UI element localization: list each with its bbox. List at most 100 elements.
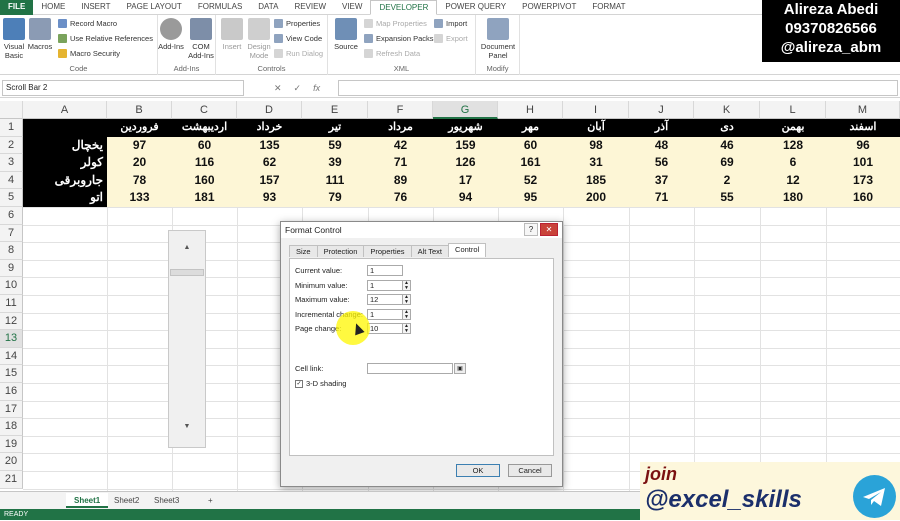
- expansion-packs-button[interactable]: Expansion Packs: [364, 34, 434, 43]
- value-cell[interactable]: 2: [694, 171, 760, 190]
- row-header[interactable]: 16: [0, 383, 23, 401]
- ribbon-tab-format[interactable]: FORMAT: [584, 0, 633, 15]
- month-header-cell[interactable]: دی: [694, 119, 760, 137]
- cancel-button[interactable]: Cancel: [508, 464, 552, 477]
- document-panel-button[interactable]: Document Panel: [478, 18, 518, 60]
- column-header[interactable]: I: [563, 101, 629, 119]
- month-header-cell[interactable]: تیر: [302, 119, 368, 137]
- value-cell[interactable]: 20: [107, 154, 172, 172]
- insert-control-button[interactable]: Insert: [220, 18, 244, 51]
- row-header[interactable]: 17: [0, 400, 23, 419]
- formula-input[interactable]: [338, 80, 898, 96]
- com-addins-button[interactable]: COM Add-Ins: [187, 18, 215, 60]
- row-header[interactable]: 21: [0, 471, 23, 489]
- ribbon-tab-view[interactable]: VIEW: [334, 0, 370, 15]
- map-properties-button[interactable]: Map Properties: [364, 19, 427, 28]
- month-header-cell[interactable]: اردیبهشت: [172, 119, 237, 137]
- value-cell[interactable]: 89: [368, 171, 433, 190]
- column-header[interactable]: C: [172, 101, 237, 119]
- value-cell[interactable]: 185: [563, 171, 629, 190]
- value-cell[interactable]: 95: [498, 189, 563, 207]
- value-cell[interactable]: 71: [368, 154, 433, 172]
- tab-control[interactable]: Control: [448, 243, 487, 257]
- value-cell[interactable]: 96: [826, 136, 900, 155]
- shading-checkbox[interactable]: ✓: [295, 379, 303, 388]
- month-header-cell[interactable]: شهریور: [433, 119, 498, 137]
- visual-basic-button[interactable]: Visual Basic: [2, 18, 26, 60]
- row-header[interactable]: 19: [0, 435, 23, 454]
- refresh-data-button[interactable]: Refresh Data: [364, 49, 420, 58]
- value-cell[interactable]: 128: [760, 136, 826, 155]
- spinner-icon[interactable]: ▲ ▼: [403, 308, 411, 320]
- column-header[interactable]: B: [107, 101, 172, 119]
- column-header[interactable]: L: [760, 101, 826, 119]
- import-button[interactable]: Import: [434, 19, 467, 28]
- value-cell[interactable]: 94: [433, 189, 498, 207]
- row-header[interactable]: 11: [0, 295, 23, 313]
- field-input[interactable]: 1: [367, 265, 403, 276]
- corner-cell[interactable]: [23, 119, 107, 137]
- row-header[interactable]: 5: [0, 189, 23, 207]
- value-cell[interactable]: 79: [302, 189, 368, 207]
- name-box[interactable]: Scroll Bar 2: [2, 80, 244, 96]
- value-cell[interactable]: 37: [629, 171, 694, 190]
- fx-icon[interactable]: fx: [313, 83, 320, 93]
- scroll-bar-control[interactable]: ▲ ▼: [168, 230, 206, 448]
- scroll-thumb[interactable]: [170, 269, 204, 276]
- month-header-cell[interactable]: فروردین: [107, 119, 172, 137]
- product-label-cell[interactable]: جاروبرقی: [23, 171, 107, 190]
- column-header[interactable]: F: [368, 101, 433, 119]
- value-cell[interactable]: 160: [172, 171, 237, 190]
- relative-references-button[interactable]: Use Relative References: [58, 34, 153, 43]
- value-cell[interactable]: 52: [498, 171, 563, 190]
- properties-button[interactable]: Properties: [274, 19, 320, 28]
- addins-button[interactable]: Add-Ins: [158, 18, 184, 51]
- value-cell[interactable]: 101: [826, 154, 900, 172]
- value-cell[interactable]: 126: [433, 154, 498, 172]
- value-cell[interactable]: 161: [498, 154, 563, 172]
- month-header-cell[interactable]: مهر: [498, 119, 563, 137]
- month-header-cell[interactable]: مرداد: [368, 119, 433, 137]
- ribbon-tab-developer[interactable]: DEVELOPER: [370, 0, 438, 15]
- value-cell[interactable]: 31: [563, 154, 629, 172]
- value-cell[interactable]: 76: [368, 189, 433, 207]
- field-input[interactable]: 1: [367, 308, 403, 320]
- ribbon-tab-file[interactable]: FILE: [0, 0, 34, 15]
- spinner-icon[interactable]: ▲ ▼: [403, 294, 411, 305]
- row-header[interactable]: 15: [0, 365, 23, 383]
- value-cell[interactable]: 56: [629, 154, 694, 172]
- run-dialog-button[interactable]: Run Dialog: [274, 49, 323, 58]
- field-input[interactable]: 10: [367, 323, 403, 334]
- macros-button[interactable]: Macros: [27, 18, 53, 51]
- tab-size[interactable]: Size: [289, 245, 318, 257]
- cell-link-input[interactable]: [367, 363, 453, 374]
- tab-properties[interactable]: Properties: [363, 245, 412, 257]
- ribbon-tab-powerpivot[interactable]: POWERPIVOT: [514, 0, 584, 15]
- ribbon-tab-power-query[interactable]: POWER QUERY: [437, 0, 514, 15]
- value-cell[interactable]: 55: [694, 189, 760, 207]
- month-header-cell[interactable]: آبان: [563, 119, 629, 137]
- value-cell[interactable]: 69: [694, 154, 760, 172]
- row-header[interactable]: 6: [0, 207, 23, 225]
- column-header[interactable]: G: [433, 101, 498, 119]
- column-header[interactable]: D: [237, 101, 302, 119]
- export-button[interactable]: Export: [434, 34, 468, 43]
- row-header[interactable]: 10: [0, 277, 23, 295]
- scroll-down-arrow-icon[interactable]: ▼: [169, 423, 205, 437]
- sheet-tab[interactable]: Sheet3: [146, 493, 187, 508]
- sheet-tab[interactable]: Sheet2: [106, 493, 147, 508]
- month-header-cell[interactable]: اسفند: [826, 119, 900, 137]
- ribbon-tab-data[interactable]: DATA: [250, 0, 286, 15]
- ok-button[interactable]: OK: [456, 464, 500, 477]
- ribbon-tab-page-layout[interactable]: PAGE LAYOUT: [119, 0, 190, 15]
- value-cell[interactable]: 59: [302, 136, 368, 155]
- value-cell[interactable]: 71: [629, 189, 694, 207]
- field-input[interactable]: 12: [367, 294, 403, 305]
- row-header[interactable]: 9: [0, 259, 23, 278]
- value-cell[interactable]: 111: [302, 171, 368, 190]
- value-cell[interactable]: 116: [172, 154, 237, 172]
- scroll-up-arrow-icon[interactable]: ▲: [169, 244, 205, 258]
- row-header[interactable]: 4: [0, 171, 23, 190]
- spinner-icon[interactable]: ▲ ▼: [403, 323, 411, 334]
- product-label-cell[interactable]: کولر: [23, 154, 107, 172]
